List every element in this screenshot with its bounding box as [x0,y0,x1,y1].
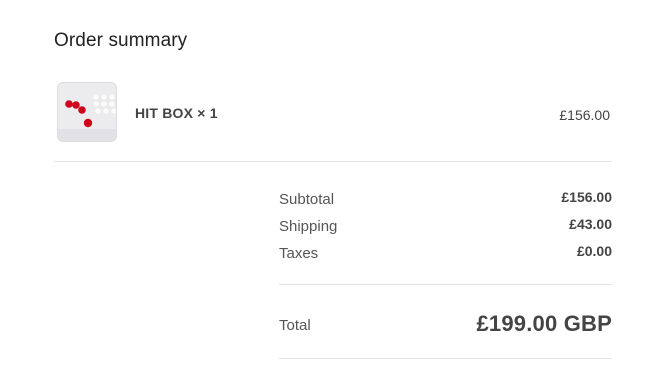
subtotal-row: Subtotal £156.00 [279,189,612,216]
subtotal-label: Subtotal [279,191,335,208]
taxes-value: £0.00 [576,243,612,259]
total-label: Total [279,317,311,334]
product-name: HIT BOX × 1 [135,105,218,121]
subtotal-value: £156.00 [561,189,612,205]
divider [279,358,612,359]
shipping-label: Shipping [279,218,338,235]
cost-breakdown: Subtotal £156.00 Shipping £43.00 Taxes £… [279,189,612,270]
divider [279,284,612,285]
shipping-value: £43.00 [569,216,612,232]
line-item: HIT BOX × 1 £156.00 [54,82,612,144]
divider [54,161,612,162]
shipping-row: Shipping £43.00 [279,216,612,243]
taxes-row: Taxes £0.00 [279,243,612,270]
hit-box-controller-image [58,83,116,141]
total-value: £199.00 GBP [476,311,612,336]
order-summary: Order summary HIT BOX × 1 £156.00 Subtot… [0,0,669,384]
product-price: £156.00 [559,107,610,123]
order-summary-title: Order summary [54,30,188,51]
taxes-label: Taxes [279,245,319,262]
product-thumbnail [57,82,117,142]
